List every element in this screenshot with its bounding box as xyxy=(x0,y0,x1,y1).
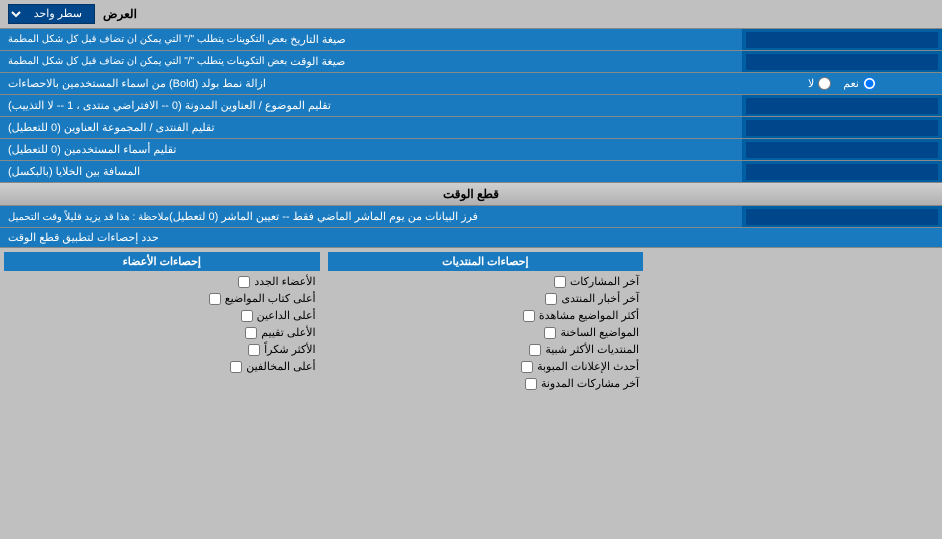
list-item: أعلى كتاب المواضيع xyxy=(4,290,320,307)
stats-forum-title: إحصاءات المنتديات xyxy=(328,252,644,271)
bold-no-radio[interactable] xyxy=(818,77,831,90)
display-mode-row: العرض سطر واحد xyxy=(0,0,942,29)
checkbox-hot-topics[interactable] xyxy=(544,327,556,339)
list-item: أحدث الإعلانات المبوبة xyxy=(328,358,644,375)
date-format-input-cell: d-m xyxy=(742,29,942,50)
main-container: العرض سطر واحد d-m صيغة التاريخ بعض التك… xyxy=(0,0,942,396)
forum-topics-input[interactable]: 33 xyxy=(746,98,938,114)
realtime-days-label: فرز البيانات من يوم الماشر الماضي فقط --… xyxy=(0,206,742,227)
user-names-input[interactable]: 0 xyxy=(746,142,938,158)
cell-distance-label: المسافة بين الخلايا (بالبكسل) xyxy=(0,161,742,182)
stats-label-col xyxy=(647,248,942,396)
stats-members-title: إحصاءات الأعضاء xyxy=(4,252,320,271)
bold-removal-label: ازالة نمط بولد (Bold) من اسماء المستخدمي… xyxy=(0,73,742,94)
time-format-input-cell: H:i xyxy=(742,51,942,72)
realtime-section-header: قطع الوقت xyxy=(0,183,942,206)
checkbox-most-viewed[interactable] xyxy=(523,310,535,322)
forum-group-label: تقليم الفنتدى / المجموعة العناوين (0 للت… xyxy=(0,117,742,138)
page-title: العرض xyxy=(103,7,137,21)
forum-topics-row: 33 تقليم الموضوع / العناوين المدونة (0 -… xyxy=(0,95,942,117)
checkbox-recent-posts[interactable] xyxy=(554,276,566,288)
list-item: الأعضاء الجدد xyxy=(4,273,320,290)
forum-topics-label: تقليم الموضوع / العناوين المدونة (0 -- ا… xyxy=(0,95,742,116)
list-item: المواضيع الساخنة xyxy=(328,324,644,341)
list-item: آخر المشاركات xyxy=(328,273,644,290)
list-item: آخر أخبار المنتدى xyxy=(328,290,644,307)
list-item: أعلى الداعين xyxy=(4,307,320,324)
display-mode-select[interactable]: سطر واحد xyxy=(8,4,95,24)
bold-yes-label[interactable]: نعم xyxy=(843,77,876,90)
user-names-row: 0 تقليم أسماء المستخدمين (0 للتعطيل) xyxy=(0,139,942,161)
checkbox-latest-classified[interactable] xyxy=(521,361,533,373)
realtime-days-input[interactable]: 0 xyxy=(746,209,938,225)
cell-distance-input[interactable]: 2 xyxy=(746,164,938,180)
time-format-input[interactable]: H:i xyxy=(746,54,938,70)
cell-distance-input-cell: 2 xyxy=(742,161,942,182)
checkbox-top-rated[interactable] xyxy=(245,327,257,339)
checkbox-top-referrers[interactable] xyxy=(241,310,253,322)
stats-forum-col: إحصاءات المنتديات آخر المشاركات آخر أخبا… xyxy=(324,248,648,396)
list-item: المنتديات الأكثر شبية xyxy=(328,341,644,358)
list-item: آخر مشاركات المدونة xyxy=(328,375,644,392)
cell-distance-row: 2 المسافة بين الخلايا (بالبكسل) xyxy=(0,161,942,183)
checkbox-blog-posts[interactable] xyxy=(525,378,537,390)
forum-group-input-cell: 33 xyxy=(742,117,942,138)
checkbox-top-posters[interactable] xyxy=(209,293,221,305)
bold-removal-options: نعم لا xyxy=(742,73,942,94)
forum-group-input[interactable]: 33 xyxy=(746,120,938,136)
forum-topics-input-cell: 33 xyxy=(742,95,942,116)
checkbox-top-violators[interactable] xyxy=(230,361,242,373)
time-format-row: H:i صيغة الوقت بعض التكوينات يتطلب "/" ا… xyxy=(0,51,942,73)
list-item: الأكثر شكراً xyxy=(4,341,320,358)
checkbox-new-members[interactable] xyxy=(238,276,250,288)
time-format-label: صيغة الوقت بعض التكوينات يتطلب "/" التي … xyxy=(0,51,742,72)
user-names-input-cell: 0 xyxy=(742,139,942,160)
checkbox-most-thanked[interactable] xyxy=(248,344,260,356)
bold-no-label[interactable]: لا xyxy=(808,77,831,90)
stats-header: حدد إحصاءات لتطبيق قطع الوقت xyxy=(0,228,942,248)
user-names-label: تقليم أسماء المستخدمين (0 للتعطيل) xyxy=(0,139,742,160)
date-format-input[interactable]: d-m xyxy=(746,32,938,48)
list-item: أكثر المواضيع مشاهدة xyxy=(328,307,644,324)
forum-group-row: 33 تقليم الفنتدى / المجموعة العناوين (0 … xyxy=(0,117,942,139)
bold-removal-row: نعم لا ازالة نمط بولد (Bold) من اسماء ال… xyxy=(0,73,942,95)
stats-container: إحصاءات المنتديات آخر المشاركات آخر أخبا… xyxy=(0,248,942,396)
stats-members-col: إحصاءات الأعضاء الأعضاء الجدد أعلى كتاب … xyxy=(0,248,324,396)
date-format-row: d-m صيغة التاريخ بعض التكوينات يتطلب "/"… xyxy=(0,29,942,51)
realtime-days-row: 0 فرز البيانات من يوم الماشر الماضي فقط … xyxy=(0,206,942,228)
checkbox-most-popular-forums[interactable] xyxy=(529,344,541,356)
list-item: الأعلى تقييم xyxy=(4,324,320,341)
date-format-label: صيغة التاريخ بعض التكوينات يتطلب "/" الت… xyxy=(0,29,742,50)
realtime-days-input-cell: 0 xyxy=(742,206,942,227)
checkbox-forum-news[interactable] xyxy=(545,293,557,305)
list-item: أعلى المخالفين xyxy=(4,358,320,375)
bold-yes-radio[interactable] xyxy=(863,77,876,90)
